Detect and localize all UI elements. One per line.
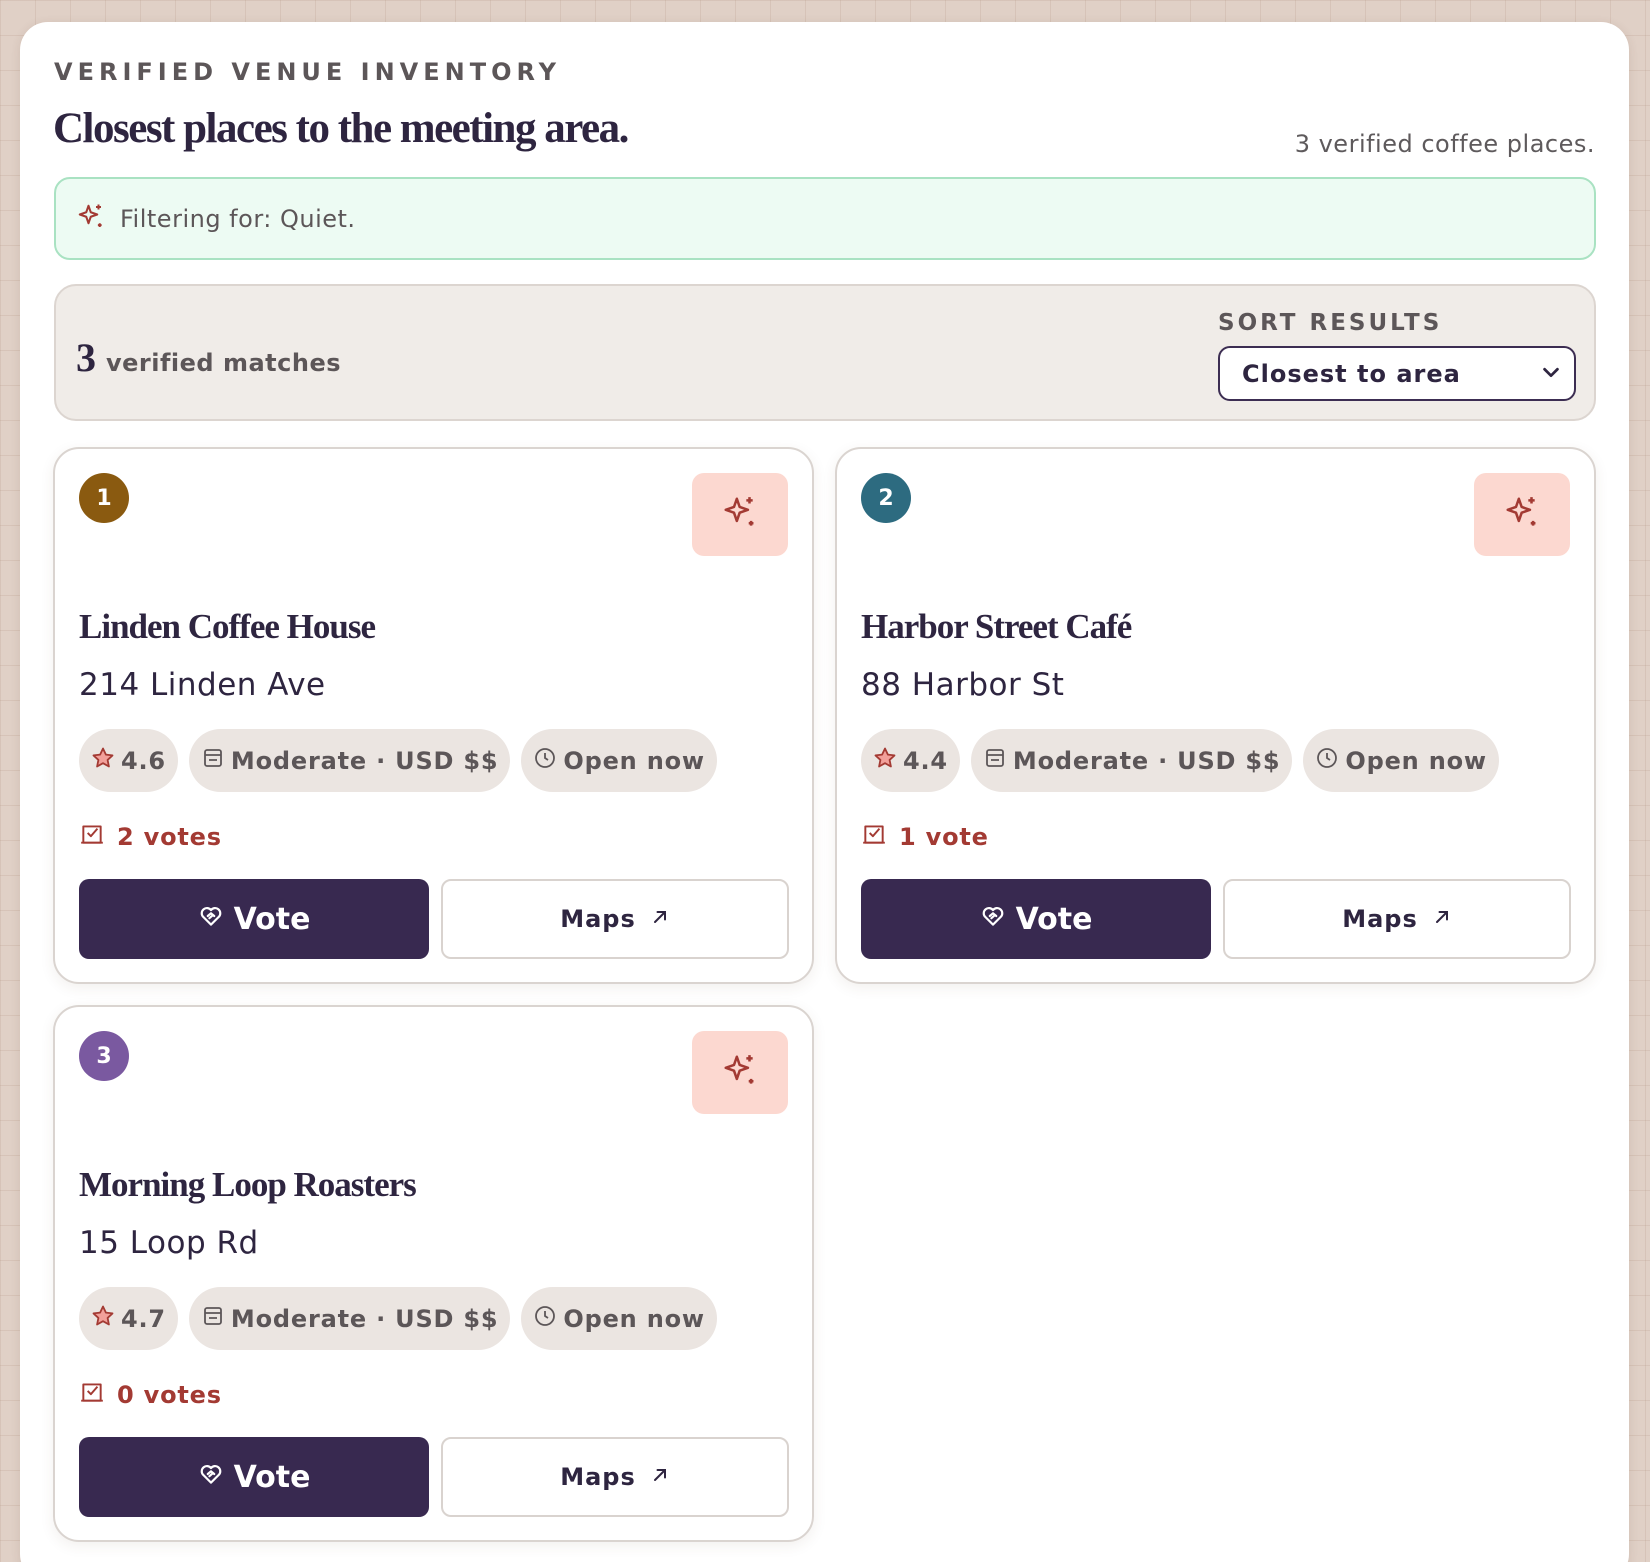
status-value: Open now	[563, 746, 705, 775]
vote-count-text: 2 votes	[117, 823, 222, 851]
vote-button[interactable]: Vote	[79, 1437, 429, 1517]
price-value: Moderate · USD $$	[230, 746, 499, 775]
wallet-icon	[201, 1304, 231, 1334]
venue-card: 1 Linden Coffee House 214 Linden Ave 4.6…	[53, 447, 814, 984]
wallet-icon	[983, 746, 1013, 776]
ballot-icon	[861, 821, 899, 853]
ballot-icon	[79, 821, 117, 853]
maps-button[interactable]: Maps	[1223, 879, 1571, 959]
ballot-icon	[79, 1379, 117, 1411]
venue-chips: 4.7 Moderate · USD $$ Open now	[79, 1287, 717, 1350]
status-value: Open now	[563, 1304, 705, 1333]
price-value: Moderate · USD $$	[230, 1304, 499, 1333]
rating-value: 4.4	[903, 746, 948, 775]
vote-count: 0 votes	[79, 1379, 222, 1411]
venue-card: 3 Morning Loop Roasters 15 Loop Rd 4.7 M…	[53, 1005, 814, 1542]
vote-button-label: Vote	[233, 1459, 311, 1495]
rating-chip: 4.6	[79, 729, 178, 792]
rank-badge: 2	[861, 473, 911, 523]
filter-banner: Filtering for: Quiet.	[54, 177, 1596, 260]
price-chip: Moderate · USD $$	[970, 729, 1293, 792]
clock-icon	[533, 1304, 563, 1334]
wallet-icon	[201, 746, 231, 776]
sparkle-icon	[76, 202, 106, 236]
vote-button-label: Vote	[1015, 901, 1093, 937]
status-chip: Open now	[1303, 729, 1499, 792]
rating-chip: 4.4	[861, 729, 960, 792]
vote-count: 2 votes	[79, 821, 222, 853]
maps-button-label: Maps	[1342, 905, 1418, 933]
status-value: Open now	[1345, 746, 1487, 775]
price-chip: Moderate · USD $$	[188, 729, 511, 792]
price-chip: Moderate · USD $$	[188, 1287, 511, 1350]
venue-name: Linden Coffee House	[79, 607, 376, 646]
match-count: 3 verified matches	[76, 334, 341, 381]
venue-card: 2 Harbor Street Café 88 Harbor St 4.4 Mo…	[835, 447, 1596, 984]
external-arrow-icon	[1418, 905, 1452, 933]
clock-icon	[1315, 746, 1345, 776]
filter-text: Filtering for: Quiet.	[120, 204, 356, 233]
heart-handshake-icon	[980, 902, 1016, 937]
sort-label: SORT RESULTS	[1218, 310, 1443, 336]
vote-count-text: 1 vote	[899, 823, 989, 851]
vote-count-text: 0 votes	[117, 1381, 222, 1409]
sparkle-icon	[1503, 494, 1541, 536]
sort-selected-value: Closest to area	[1242, 359, 1461, 388]
sparkle-button[interactable]	[692, 473, 788, 556]
maps-button[interactable]: Maps	[441, 1437, 789, 1517]
star-icon	[873, 746, 903, 776]
vote-button[interactable]: Vote	[861, 879, 1211, 959]
sparkle-button[interactable]	[692, 1031, 788, 1114]
star-icon	[91, 1304, 121, 1334]
maps-button-label: Maps	[560, 905, 636, 933]
vote-button[interactable]: Vote	[79, 879, 429, 959]
section-eyebrow: VERIFIED VENUE INVENTORY	[54, 58, 562, 86]
external-arrow-icon	[636, 905, 670, 933]
rank-badge: 3	[79, 1031, 129, 1081]
heart-handshake-icon	[198, 1460, 234, 1495]
sparkle-button[interactable]	[1474, 473, 1570, 556]
rank-badge: 1	[79, 473, 129, 523]
venue-name: Harbor Street Café	[861, 607, 1132, 646]
status-chip: Open now	[521, 1287, 717, 1350]
sort-select[interactable]: Closest to area	[1218, 346, 1576, 401]
rating-chip: 4.7	[79, 1287, 178, 1350]
rating-value: 4.7	[121, 1304, 166, 1333]
maps-button-label: Maps	[560, 1463, 636, 1491]
clock-icon	[533, 746, 563, 776]
maps-button[interactable]: Maps	[441, 879, 789, 959]
match-count-label: verified matches	[106, 349, 342, 377]
venue-address: 214 Linden Ave	[79, 667, 326, 703]
results-toolbar: 3 verified matches SORT RESULTS Closest …	[54, 284, 1596, 421]
heart-handshake-icon	[198, 902, 234, 937]
match-count-number: 3	[76, 335, 96, 380]
place-count: 3 verified coffee places.	[1294, 130, 1595, 158]
status-chip: Open now	[521, 729, 717, 792]
vote-button-label: Vote	[233, 901, 311, 937]
price-value: Moderate · USD $$	[1012, 746, 1281, 775]
rating-value: 4.6	[121, 746, 166, 775]
venue-name: Morning Loop Roasters	[79, 1165, 417, 1204]
venue-chips: 4.6 Moderate · USD $$ Open now	[79, 729, 717, 792]
external-arrow-icon	[636, 1463, 670, 1491]
page-title: Closest places to the meeting area.	[53, 105, 629, 152]
venue-address: 88 Harbor St	[861, 667, 1065, 703]
venue-chips: 4.4 Moderate · USD $$ Open now	[861, 729, 1499, 792]
sparkle-icon	[721, 494, 759, 536]
venue-address: 15 Loop Rd	[79, 1225, 259, 1261]
star-icon	[91, 746, 121, 776]
sparkle-icon	[721, 1052, 759, 1094]
vote-count: 1 vote	[861, 821, 989, 853]
chevron-down-icon	[1540, 361, 1562, 387]
